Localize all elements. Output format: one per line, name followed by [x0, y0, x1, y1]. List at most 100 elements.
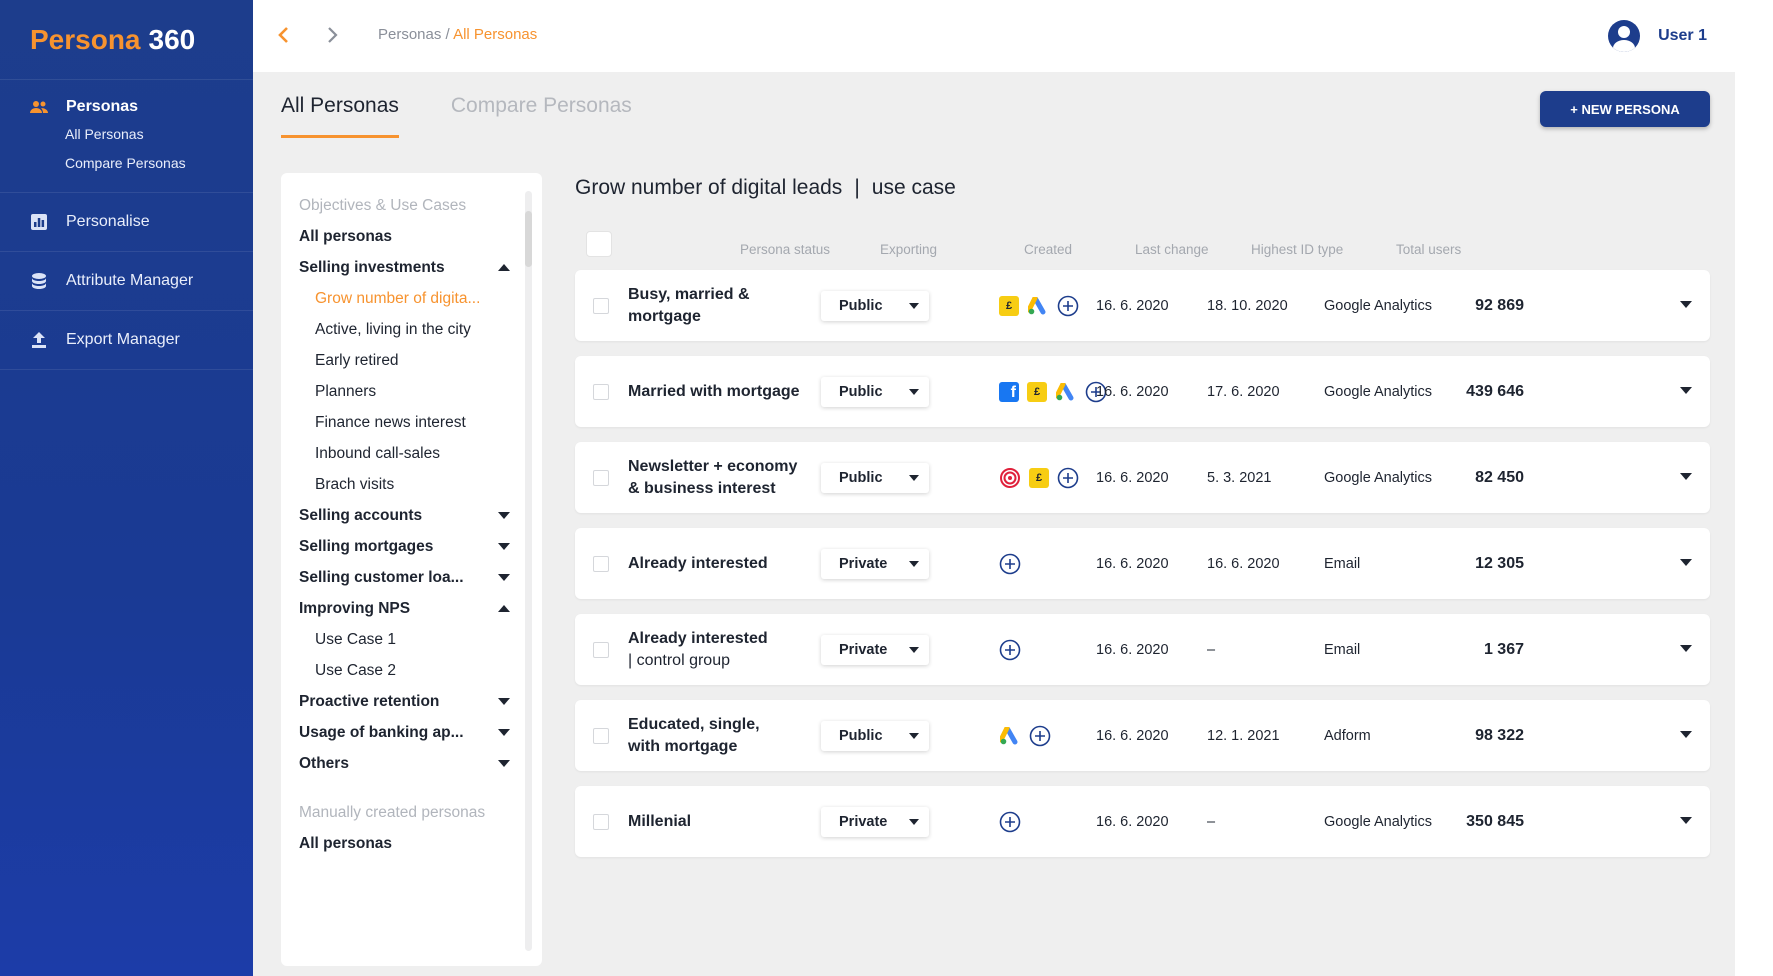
status-select[interactable]: Public — [821, 291, 929, 321]
google-ads-icon — [1055, 381, 1077, 403]
expand-row-icon[interactable] — [1680, 817, 1692, 824]
scrollbar-thumb[interactable] — [525, 211, 532, 267]
new-persona-button[interactable]: + NEW PERSONA — [1540, 91, 1710, 127]
table-row[interactable]: Millenial Private 16. 6. 2020 – Google A… — [575, 786, 1710, 857]
persona-name[interactable]: Newsletter + economy & business interest — [628, 442, 818, 513]
list-item-all-personas-manual[interactable]: All personas — [299, 828, 514, 859]
breadcrumb-root[interactable]: Personas — [378, 26, 441, 43]
column-header-id-type[interactable]: Highest ID type — [1251, 242, 1343, 257]
row-checkbox[interactable] — [593, 814, 609, 830]
sidebar-item-export-manager[interactable]: Export Manager — [0, 311, 253, 369]
sidebar-subitem-compare-personas[interactable]: Compare Personas — [0, 149, 253, 178]
add-export-icon[interactable] — [1057, 467, 1079, 489]
column-header-total-users[interactable]: Total users — [1396, 242, 1461, 257]
list-item-inbound-call[interactable]: Inbound call-sales — [299, 438, 514, 469]
total-users: 92 869 — [1475, 296, 1524, 314]
caret-down-icon[interactable] — [498, 729, 510, 736]
persona-name[interactable]: Already interested | control group — [628, 614, 818, 685]
table-row[interactable]: Newsletter + economy & business interest… — [575, 442, 1710, 513]
caret-up-icon[interactable] — [498, 605, 510, 612]
users-icon — [30, 98, 48, 116]
list-item-active-city[interactable]: Active, living in the city — [299, 314, 514, 345]
expand-row-icon[interactable] — [1680, 559, 1692, 566]
list-item-selling-accounts[interactable]: Selling accounts — [299, 500, 514, 531]
status-select[interactable]: Private — [821, 807, 929, 837]
list-item-grow-digital-leads[interactable]: Grow number of digita... — [299, 283, 514, 314]
list-item-selling-mortgages[interactable]: Selling mortgages — [299, 531, 514, 562]
caret-up-icon[interactable] — [498, 264, 510, 271]
use-case-list: Objectives & Use Cases All personas Sell… — [299, 190, 514, 859]
column-header-last-change[interactable]: Last change — [1135, 242, 1209, 257]
status-select[interactable]: Private — [821, 635, 929, 665]
title-separator: | — [854, 176, 860, 199]
list-item-use-case-2[interactable]: Use Case 2 — [299, 655, 514, 686]
caret-down-icon[interactable] — [498, 760, 510, 767]
caret-down-icon[interactable] — [498, 543, 510, 550]
persona-name[interactable]: Already interested — [628, 528, 818, 599]
chevron-right-icon[interactable] — [327, 24, 339, 50]
facebook-icon: f — [999, 382, 1019, 402]
database-icon — [30, 272, 48, 290]
user-menu[interactable]: User 1 — [1608, 20, 1707, 52]
column-header-status[interactable]: Persona status — [740, 242, 830, 257]
list-item-usage-banking-app[interactable]: Usage of banking ap... — [299, 717, 514, 748]
row-checkbox[interactable] — [593, 642, 609, 658]
status-select[interactable]: Public — [821, 463, 929, 493]
expand-row-icon[interactable] — [1680, 301, 1692, 308]
sidebar-item-attribute-manager[interactable]: Attribute Manager — [0, 252, 253, 310]
column-header-created[interactable]: Created — [1024, 242, 1072, 257]
expand-row-icon[interactable] — [1680, 731, 1692, 738]
logo[interactable]: Persona 360 — [0, 0, 253, 80]
list-item-improving-nps[interactable]: Improving NPS — [299, 593, 514, 624]
expand-row-icon[interactable] — [1680, 645, 1692, 652]
list-item-others[interactable]: Others — [299, 748, 514, 779]
sidebar-item-personas[interactable]: Personas — [0, 80, 253, 120]
add-export-icon[interactable] — [999, 639, 1021, 661]
row-checkbox[interactable] — [593, 728, 609, 744]
list-item-all-personas[interactable]: All personas — [299, 221, 514, 252]
list-item-brach-visits[interactable]: Brach visits — [299, 469, 514, 500]
table-row[interactable]: Already interested | control group Priva… — [575, 614, 1710, 685]
row-checkbox[interactable] — [593, 556, 609, 572]
expand-row-icon[interactable] — [1680, 387, 1692, 394]
list-item-proactive-retention[interactable]: Proactive retention — [299, 686, 514, 717]
nav-personas-section: Personas All Personas Compare Personas — [0, 80, 253, 193]
status-select[interactable]: Private — [821, 549, 929, 579]
column-header-exporting[interactable]: Exporting — [880, 242, 937, 257]
table-row[interactable]: Busy, married & mortgage Public £ 16. 6.… — [575, 270, 1710, 341]
tab-compare-personas[interactable]: Compare Personas — [451, 94, 632, 138]
persona-name[interactable]: Busy, married & mortgage — [628, 270, 818, 341]
select-all-checkbox[interactable] — [586, 231, 612, 257]
expand-row-icon[interactable] — [1680, 473, 1692, 480]
caret-down-icon[interactable] — [498, 512, 510, 519]
status-select[interactable]: Public — [821, 377, 929, 407]
list-item-planners[interactable]: Planners — [299, 376, 514, 407]
list-item-finance-news[interactable]: Finance news interest — [299, 407, 514, 438]
total-users: 350 845 — [1466, 812, 1524, 830]
list-item-early-retired[interactable]: Early retired — [299, 345, 514, 376]
list-item-selling-customer-loans[interactable]: Selling customer loa... — [299, 562, 514, 593]
sidebar-subitem-all-personas[interactable]: All Personas — [0, 120, 253, 149]
persona-name[interactable]: Millenial — [628, 786, 818, 857]
table-row[interactable]: Married with mortgage Public f £ 16. 6. 2… — [575, 356, 1710, 427]
status-select[interactable]: Public — [821, 721, 929, 751]
persona-name[interactable]: Educated, single, with mortgage — [628, 700, 818, 771]
list-item-use-case-1[interactable]: Use Case 1 — [299, 624, 514, 655]
row-checkbox[interactable] — [593, 384, 609, 400]
add-export-icon[interactable] — [999, 553, 1021, 575]
add-export-icon[interactable] — [1057, 295, 1079, 317]
caret-down-icon[interactable] — [498, 574, 510, 581]
list-item-selling-investments[interactable]: Selling investments — [299, 252, 514, 283]
chevron-left-icon[interactable] — [277, 24, 289, 50]
table-row[interactable]: Educated, single, with mortgage Public 1… — [575, 700, 1710, 771]
row-checkbox[interactable] — [593, 298, 609, 314]
add-export-icon[interactable] — [1029, 725, 1051, 747]
caret-down-icon[interactable] — [498, 698, 510, 705]
sidebar-item-personalise[interactable]: Personalise — [0, 193, 253, 251]
table-row[interactable]: Already interested Private 16. 6. 2020 1… — [575, 528, 1710, 599]
tab-all-personas[interactable]: All Personas — [281, 94, 399, 138]
persona-name[interactable]: Married with mortgage — [628, 356, 818, 427]
row-checkbox[interactable] — [593, 470, 609, 486]
add-export-icon[interactable] — [999, 811, 1021, 833]
scrollbar-track[interactable] — [525, 191, 532, 951]
